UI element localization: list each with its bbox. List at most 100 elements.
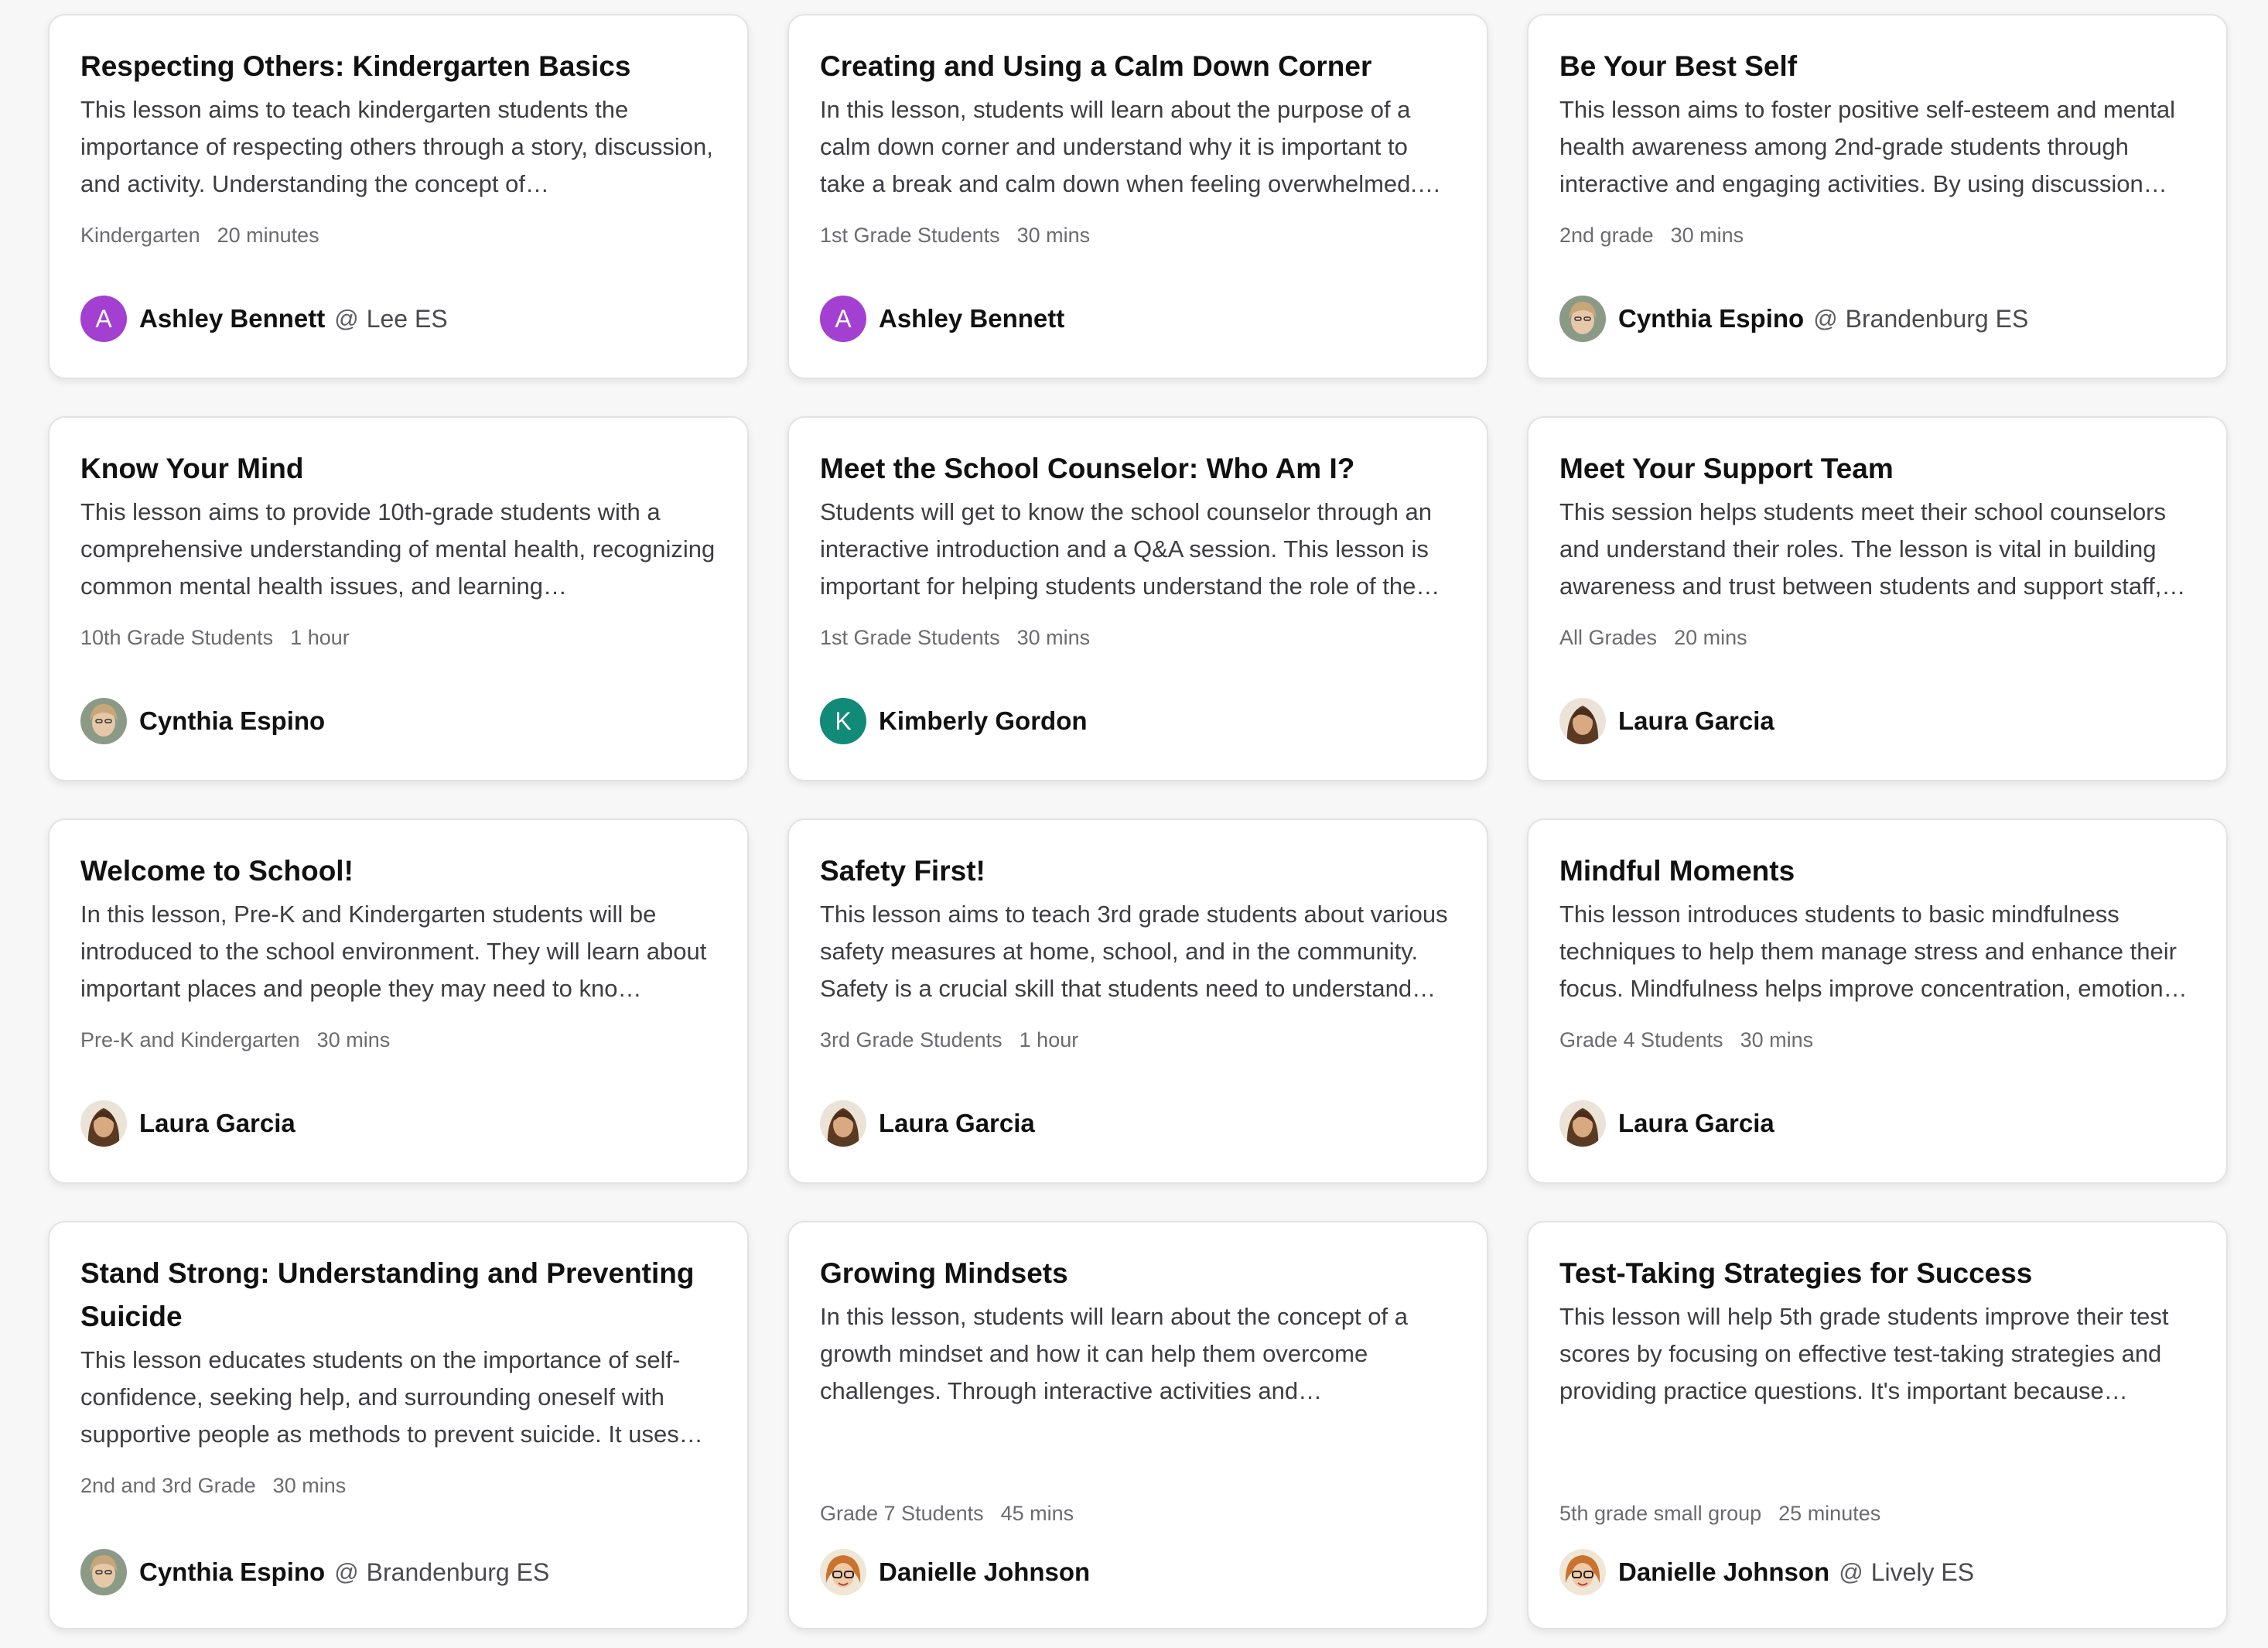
- lesson-card[interactable]: Be Your Best Self This lesson aims to fo…: [1527, 14, 2228, 379]
- school-name: Lee ES: [366, 304, 448, 333]
- duration-label: 1 hour: [290, 626, 350, 649]
- author-row[interactable]: Cynthia Espino @ Brandenburg ES: [80, 1549, 549, 1595]
- grade-label: Grade 7 Students: [820, 1502, 984, 1525]
- lesson-title[interactable]: Meet Your Support Team: [1559, 447, 2195, 491]
- author-name[interactable]: Ashley Bennett: [879, 304, 1064, 333]
- at-symbol: @: [334, 305, 359, 332]
- lesson-card[interactable]: Respecting Others: Kindergarten Basics T…: [48, 14, 749, 379]
- lesson-description: This lesson educates students on the imp…: [80, 1346, 681, 1448]
- author-row[interactable]: K Kimberly Gordon: [820, 698, 1088, 744]
- lesson-meta: 10th Grade Students 1 hour: [80, 622, 350, 653]
- lesson-title[interactable]: Creating and Using a Calm Down Corner: [820, 45, 1456, 88]
- author-name[interactable]: Cynthia Espino: [139, 706, 325, 736]
- lesson-title[interactable]: Respecting Others: Kindergarten Basics: [80, 45, 716, 88]
- lesson-card[interactable]: Mindful Moments This lesson introduces s…: [1527, 819, 2228, 1184]
- avatar-photo-icon: [1559, 698, 1606, 744]
- avatar-photo-icon: [80, 1100, 127, 1147]
- author-row[interactable]: Laura Garcia: [1559, 1100, 1774, 1147]
- grade-label: 2nd grade: [1559, 224, 1654, 247]
- lesson-card[interactable]: Creating and Using a Calm Down Corner In…: [787, 14, 1488, 379]
- lesson-meta: 1st Grade Students 30 mins: [820, 220, 1090, 251]
- author-name[interactable]: Laura Garcia: [879, 1109, 1035, 1138]
- avatar-letter-icon: A: [820, 296, 866, 342]
- lesson-description: This lesson introduces students to basic…: [1559, 901, 2188, 1002]
- author-row[interactable]: Laura Garcia: [1559, 698, 1774, 744]
- duration-label: 45 mins: [1000, 1502, 1074, 1525]
- author-row[interactable]: A Ashley Bennett @ Lee ES: [80, 296, 448, 342]
- lesson-title[interactable]: Meet the School Counselor: Who Am I?: [820, 447, 1456, 491]
- avatar-letter-icon: A: [80, 296, 127, 342]
- duration-label: 30 mins: [1016, 224, 1091, 247]
- lesson-card[interactable]: Safety First! This lesson aims to teach …: [787, 819, 1488, 1184]
- author-name[interactable]: Cynthia Espino: [1618, 304, 1804, 333]
- author-name[interactable]: Danielle Johnson: [1618, 1557, 1829, 1587]
- avatar-photo-icon: [1559, 1549, 1606, 1595]
- school-name: Brandenburg ES: [1845, 304, 2029, 333]
- grade-label: 1st Grade Students: [820, 626, 1000, 649]
- author-row[interactable]: Cynthia Espino @ Brandenburg ES: [1559, 296, 2028, 342]
- author-name[interactable]: Laura Garcia: [1618, 1109, 1774, 1138]
- author-row[interactable]: Cynthia Espino: [80, 698, 325, 744]
- author-name[interactable]: Danielle Johnson: [879, 1557, 1090, 1587]
- lesson-meta: 2nd and 3rd Grade 30 mins: [80, 1470, 346, 1501]
- lesson-card[interactable]: Meet the School Counselor: Who Am I? Stu…: [787, 416, 1488, 781]
- duration-label: 30 mins: [272, 1474, 347, 1497]
- author-row[interactable]: Laura Garcia: [80, 1100, 295, 1147]
- duration-label: 20 mins: [1674, 626, 1747, 649]
- lesson-card[interactable]: Growing Mindsets In this lesson, student…: [787, 1221, 1488, 1629]
- avatar-photo-icon: [80, 698, 127, 744]
- author-name[interactable]: Laura Garcia: [1618, 706, 1774, 736]
- lesson-meta: 2nd grade 30 mins: [1559, 220, 1744, 251]
- grade-label: All Grades: [1559, 626, 1658, 649]
- school-name: Brandenburg ES: [366, 1557, 550, 1586]
- avatar-photo-icon: [1559, 1100, 1606, 1147]
- author-name[interactable]: Cynthia Espino: [139, 1557, 325, 1587]
- at-symbol: @: [1813, 305, 1838, 332]
- grade-label: 3rd Grade Students: [820, 1028, 1002, 1051]
- lesson-card[interactable]: Test-Taking Strategies for Success This …: [1527, 1221, 2228, 1629]
- lesson-card[interactable]: Stand Strong: Understanding and Preventi…: [48, 1221, 749, 1629]
- lesson-title[interactable]: Know Your Mind: [80, 447, 716, 491]
- lesson-meta: 3rd Grade Students 1 hour: [820, 1024, 1078, 1055]
- author-name[interactable]: Ashley Bennett: [139, 304, 325, 333]
- duration-label: 1 hour: [1019, 1028, 1079, 1051]
- author-row[interactable]: Laura Garcia: [820, 1100, 1035, 1147]
- duration-label: 30 mins: [1740, 1028, 1814, 1051]
- grade-label: Grade 4 Students: [1559, 1028, 1723, 1051]
- lesson-meta: All Grades 20 mins: [1559, 622, 1747, 653]
- avatar-photo-icon: [1559, 296, 1606, 342]
- author-row[interactable]: A Ashley Bennett: [820, 296, 1064, 342]
- grade-label: 1st Grade Students: [820, 224, 1000, 247]
- lesson-card-grid: Respecting Others: Kindergarten Basics T…: [0, 0, 2268, 1648]
- grade-label: 10th Grade Students: [80, 626, 274, 649]
- author-row[interactable]: Danielle Johnson @ Lively ES: [1559, 1549, 1974, 1595]
- lesson-title[interactable]: Test-Taking Strategies for Success: [1559, 1252, 2195, 1295]
- avatar-photo-icon: [80, 1549, 127, 1595]
- lesson-title[interactable]: Stand Strong: Understanding and Preventi…: [80, 1252, 716, 1339]
- lesson-title[interactable]: Welcome to School!: [80, 850, 716, 893]
- lesson-title[interactable]: Safety First!: [820, 850, 1456, 893]
- lesson-title[interactable]: Mindful Moments: [1559, 850, 2195, 893]
- lesson-card[interactable]: Know Your Mind This lesson aims to provi…: [48, 416, 749, 781]
- lesson-card[interactable]: Welcome to School! In this lesson, Pre-K…: [48, 819, 749, 1184]
- author-name[interactable]: Kimberly Gordon: [879, 706, 1088, 736]
- lesson-card[interactable]: Meet Your Support Team This session help…: [1527, 416, 2228, 781]
- author-name[interactable]: Laura Garcia: [139, 1109, 295, 1138]
- lesson-description: Students will get to know the school cou…: [820, 498, 1440, 600]
- lesson-meta: Grade 7 Students 45 mins: [820, 1498, 1074, 1529]
- lesson-meta: Grade 4 Students 30 mins: [1559, 1024, 1813, 1055]
- school-name: Lively ES: [1870, 1557, 1975, 1586]
- lesson-description: This session helps students meet their s…: [1559, 498, 2186, 600]
- at-symbol: @: [334, 1558, 359, 1585]
- author-row[interactable]: Danielle Johnson: [820, 1549, 1090, 1595]
- lesson-description: In this lesson, Pre-K and Kindergarten s…: [80, 901, 707, 1002]
- grade-label: 2nd and 3rd Grade: [80, 1474, 256, 1497]
- duration-label: 20 minutes: [217, 224, 319, 247]
- lesson-title[interactable]: Be Your Best Self: [1559, 45, 2195, 88]
- grade-label: 5th grade small group: [1559, 1502, 1762, 1525]
- lesson-description: In this lesson, students will learn abou…: [820, 1303, 1408, 1404]
- lesson-title[interactable]: Growing Mindsets: [820, 1252, 1456, 1295]
- duration-label: 25 minutes: [1778, 1502, 1881, 1525]
- grade-label: Pre-K and Kindergarten: [80, 1028, 300, 1051]
- lesson-description: This lesson aims to foster positive self…: [1559, 96, 2176, 197]
